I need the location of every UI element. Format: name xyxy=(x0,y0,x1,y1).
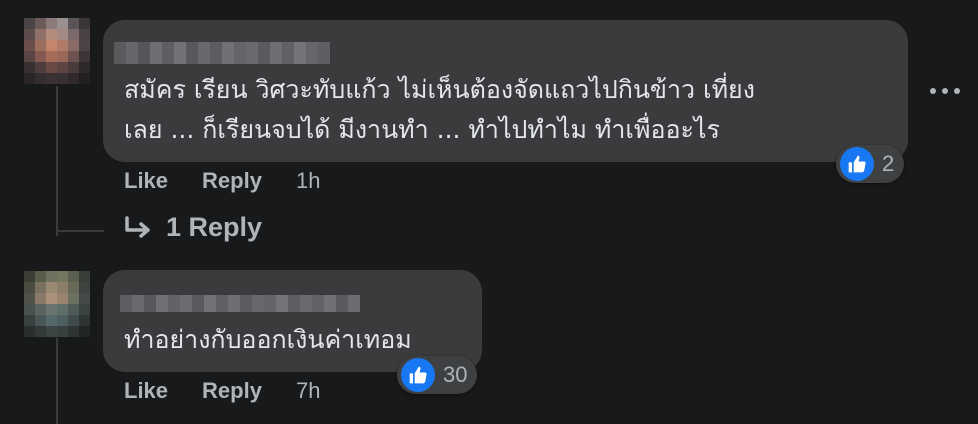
more-options-icon[interactable] xyxy=(930,84,960,98)
like-icon xyxy=(840,147,874,181)
avatar[interactable] xyxy=(24,18,90,84)
like-button[interactable]: Like xyxy=(124,378,168,404)
timestamp[interactable]: 1h xyxy=(296,168,320,194)
like-icon xyxy=(401,358,435,392)
thread-line xyxy=(56,338,58,424)
like-button[interactable]: Like xyxy=(124,168,168,194)
reaction-summary[interactable]: 30 xyxy=(397,356,478,394)
comment-actions: Like Reply 7h xyxy=(124,378,320,404)
avatar[interactable] xyxy=(24,271,90,337)
timestamp[interactable]: 7h xyxy=(296,378,320,404)
comment-text-line: เลย ... ก็เรียนจบได้ มีงานทำ ... ทำไปทำไ… xyxy=(124,115,720,144)
reaction-count: 30 xyxy=(443,362,468,387)
author-name-redacted[interactable] xyxy=(120,295,360,312)
reply-button[interactable]: Reply xyxy=(202,168,262,194)
reply-button[interactable]: Reply xyxy=(202,378,262,404)
reply-arrow-icon xyxy=(125,215,150,238)
comment-text-line: สมัคร เรียน วิศวะทับแก้ว ไม่เห็นต้องจัดแ… xyxy=(124,75,755,104)
view-replies-link[interactable]: 1 Reply xyxy=(124,212,262,243)
author-name-redacted[interactable] xyxy=(114,42,330,64)
replies-count-label: 1 Reply xyxy=(166,212,263,242)
thread-line xyxy=(56,86,58,236)
thread-line-branch xyxy=(56,230,104,232)
comment-thread: สมัคร เรียน วิศวะทับแก้ว ไม่เห็นต้องจัดแ… xyxy=(0,0,978,424)
comment-text-line: ทำอย่างกับออกเงินค่าเทอม xyxy=(124,325,412,354)
reaction-count: 2 xyxy=(882,151,895,176)
comment-actions: Like Reply 1h xyxy=(124,168,320,194)
reaction-summary[interactable]: 2 xyxy=(836,145,905,183)
